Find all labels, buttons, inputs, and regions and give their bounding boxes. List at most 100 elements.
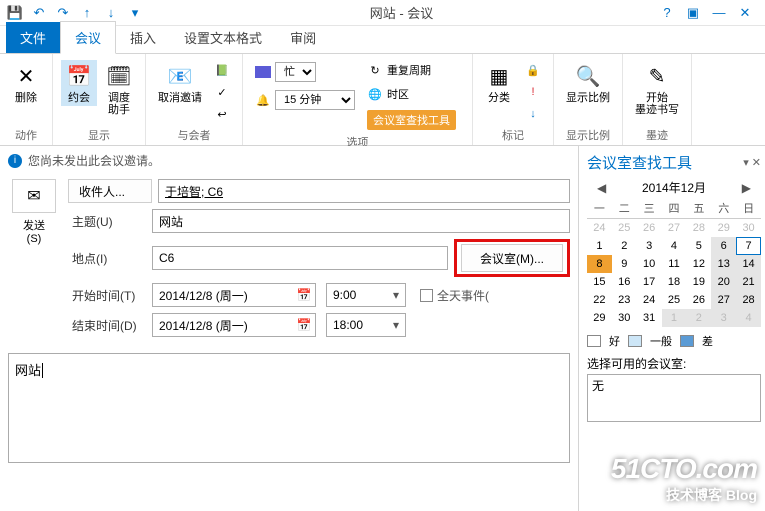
- calendar-day[interactable]: 21: [736, 273, 761, 291]
- calendar-day[interactable]: 10: [637, 255, 662, 273]
- high-importance-button[interactable]: !: [521, 82, 545, 102]
- showas-select[interactable]: 忙: [275, 62, 316, 82]
- calendar-day[interactable]: 13: [711, 255, 736, 273]
- calendar-day[interactable]: 29: [711, 219, 736, 237]
- tab-insert[interactable]: 插入: [116, 22, 170, 53]
- calendar-day[interactable]: 24: [587, 219, 612, 237]
- calendar-day[interactable]: 3: [637, 237, 662, 255]
- dropdown-icon[interactable]: ▾: [387, 318, 405, 332]
- roomfinder-tool-button[interactable]: 会议室查找工具: [363, 108, 460, 132]
- calendar-day[interactable]: 7: [736, 237, 761, 255]
- calendar-day[interactable]: 30: [612, 309, 637, 327]
- calendar-day[interactable]: 27: [711, 291, 736, 309]
- calendar-day[interactable]: 19: [686, 273, 711, 291]
- calendar-day[interactable]: 12: [686, 255, 711, 273]
- calendar-day[interactable]: 25: [662, 291, 687, 309]
- calendar-day[interactable]: 1: [587, 237, 612, 255]
- end-date-picker[interactable]: 📅: [152, 313, 316, 337]
- calendar-day[interactable]: 26: [686, 291, 711, 309]
- response-options-button[interactable]: ↩: [210, 104, 234, 124]
- calendar-grid[interactable]: 2425262728293012345678910111213141516171…: [587, 219, 761, 327]
- showas-selector[interactable]: 忙: [251, 60, 359, 84]
- calendar-day[interactable]: 14: [736, 255, 761, 273]
- dropdown-icon[interactable]: ▾: [387, 288, 405, 302]
- calendar-day[interactable]: 4: [662, 237, 687, 255]
- finder-close-icon[interactable]: ✕: [752, 157, 761, 169]
- help-icon[interactable]: ?: [657, 5, 677, 21]
- finder-dropdown-icon[interactable]: ▾: [743, 157, 749, 169]
- start-time-input[interactable]: [327, 284, 387, 306]
- calendar-day[interactable]: 25: [612, 219, 637, 237]
- qat-more-icon[interactable]: ▾: [124, 2, 146, 24]
- calendar-day[interactable]: 31: [637, 309, 662, 327]
- calendar-day[interactable]: 4: [736, 309, 761, 327]
- calendar-dropdown-icon[interactable]: 📅: [293, 318, 315, 332]
- calendar-day[interactable]: 15: [587, 273, 612, 291]
- scheduling-assistant-button[interactable]: 🗓 调度 助手: [101, 60, 137, 118]
- calendar-day[interactable]: 18: [662, 273, 687, 291]
- calendar-day[interactable]: 3: [711, 309, 736, 327]
- cancel-invite-button[interactable]: 📧 取消邀请: [154, 60, 206, 106]
- next-month-icon[interactable]: ▶: [736, 181, 757, 195]
- appointment-button[interactable]: 📅 约会: [61, 60, 97, 106]
- prev-month-icon[interactable]: ◀: [591, 181, 612, 195]
- low-importance-button[interactable]: ↓: [521, 104, 545, 124]
- address-book-button[interactable]: 📗: [210, 60, 234, 80]
- start-date-picker[interactable]: 📅: [152, 283, 316, 307]
- save-icon[interactable]: 💾: [4, 2, 26, 24]
- available-rooms-list[interactable]: 无: [587, 374, 761, 422]
- calendar-day[interactable]: 5: [686, 237, 711, 255]
- calendar-day[interactable]: 27: [662, 219, 687, 237]
- calendar-day[interactable]: 8: [587, 255, 612, 273]
- calendar-day[interactable]: 28: [686, 219, 711, 237]
- calendar-day[interactable]: 17: [637, 273, 662, 291]
- calendar-day[interactable]: 24: [637, 291, 662, 309]
- tab-meeting[interactable]: 会议: [60, 21, 116, 54]
- minimize-icon[interactable]: —: [709, 5, 729, 21]
- calendar-day[interactable]: 11: [662, 255, 687, 273]
- calendar-day[interactable]: 9: [612, 255, 637, 273]
- start-date-input[interactable]: [153, 284, 293, 306]
- tab-review[interactable]: 审阅: [276, 22, 330, 53]
- undo-icon[interactable]: ↶: [28, 2, 50, 24]
- end-time-input[interactable]: [327, 314, 387, 336]
- tab-file[interactable]: 文件: [6, 22, 60, 53]
- calendar-day[interactable]: 28: [736, 291, 761, 309]
- to-field[interactable]: 于培智; C6: [158, 179, 570, 203]
- subject-input[interactable]: [152, 209, 570, 233]
- calendar-dropdown-icon[interactable]: 📅: [293, 288, 315, 302]
- calendar-day[interactable]: 2: [686, 309, 711, 327]
- calendar-day[interactable]: 22: [587, 291, 612, 309]
- end-time-combo[interactable]: ▾: [326, 313, 406, 337]
- recurrence-button[interactable]: ↻重复周期: [363, 60, 460, 80]
- end-date-input[interactable]: [153, 314, 293, 336]
- ink-button[interactable]: ✎ 开始 墨迹书写: [631, 60, 683, 118]
- calendar-day[interactable]: 26: [637, 219, 662, 237]
- calendar-day[interactable]: 23: [612, 291, 637, 309]
- calendar-day[interactable]: 30: [736, 219, 761, 237]
- reminder-selector[interactable]: 🔔 15 分钟: [251, 88, 359, 112]
- zoom-button[interactable]: 🔍 显示比例: [562, 60, 614, 106]
- to-button[interactable]: 收件人...: [68, 179, 152, 203]
- private-button[interactable]: 🔒: [521, 60, 545, 80]
- close-icon[interactable]: ✕: [735, 5, 755, 21]
- location-input[interactable]: [152, 246, 448, 270]
- ribbon-toggle-icon[interactable]: ▣: [683, 5, 703, 21]
- tab-format[interactable]: 设置文本格式: [170, 22, 276, 53]
- categorize-button[interactable]: ▦ 分类: [481, 60, 517, 106]
- reminder-select[interactable]: 15 分钟: [275, 90, 355, 110]
- check-names-button[interactable]: ✓: [210, 82, 234, 102]
- delete-button[interactable]: ✕ 删除: [8, 60, 44, 106]
- calendar-day[interactable]: 29: [587, 309, 612, 327]
- body-editor[interactable]: 网站: [8, 353, 570, 463]
- allday-checkbox[interactable]: 全天事件(: [420, 287, 489, 304]
- rooms-button[interactable]: 会议室(M)...: [461, 244, 563, 272]
- calendar-day[interactable]: 6: [711, 237, 736, 255]
- calendar-day[interactable]: 1: [662, 309, 687, 327]
- calendar-day[interactable]: 2: [612, 237, 637, 255]
- start-time-combo[interactable]: ▾: [326, 283, 406, 307]
- calendar-day[interactable]: 20: [711, 273, 736, 291]
- calendar-day[interactable]: 16: [612, 273, 637, 291]
- send-button[interactable]: ✉: [12, 179, 56, 213]
- timezone-button[interactable]: 🌐时区: [363, 84, 460, 104]
